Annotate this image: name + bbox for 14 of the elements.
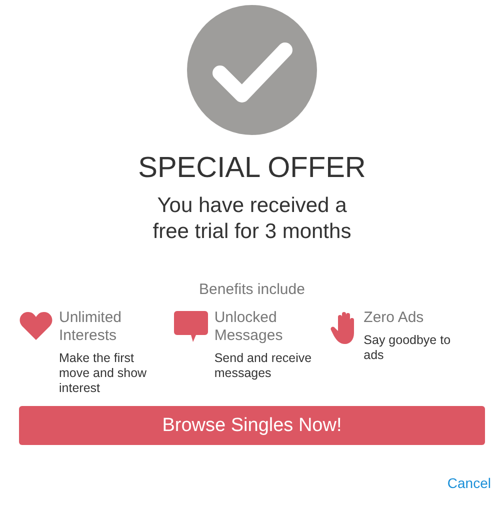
benefit-title: Unlimited Interests — [59, 309, 123, 345]
benefit-title: Zero Ads — [364, 309, 425, 327]
offer-title: SPECIAL OFFER — [138, 151, 366, 185]
cancel-link[interactable]: Cancel — [447, 475, 491, 491]
checkmark-icon — [187, 5, 317, 135]
benefit-description: Say goodbye to ads — [364, 333, 452, 363]
browse-singles-button[interactable]: Browse Singles Now! — [19, 406, 485, 445]
speech-bubble-icon — [174, 311, 208, 343]
benefit-title: Unlocked Messages — [214, 309, 284, 345]
benefits-heading: Benefits include — [199, 281, 305, 299]
offer-subtitle: You have received a free trial for 3 months — [152, 193, 352, 245]
heart-icon — [19, 311, 53, 341]
benefit-description: Make the first move and show interest — [59, 351, 148, 396]
benefit-description: Send and receive messages — [214, 351, 313, 381]
